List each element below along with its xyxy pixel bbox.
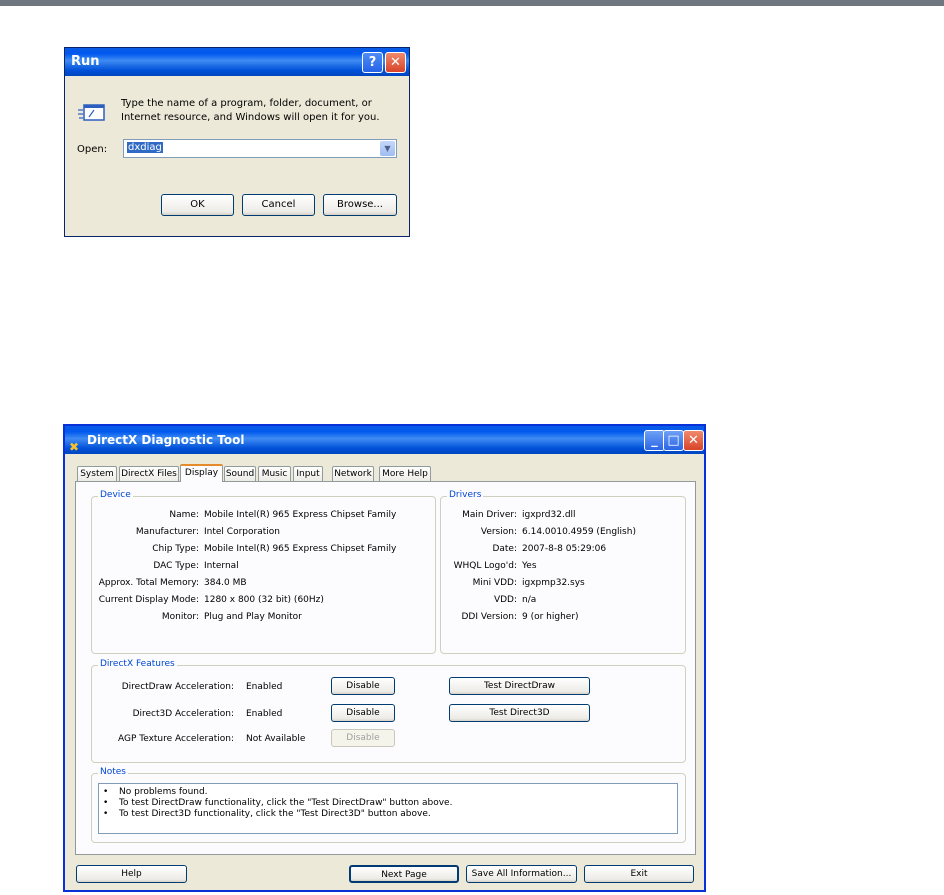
device-chip-type-label: Chip Type: — [152, 544, 199, 554]
tab-sound[interactable]: Sound — [224, 466, 256, 481]
directdraw-accel-label: DirectDraw Acceleration: — [121, 682, 234, 692]
tab-more-help[interactable]: More Help — [379, 466, 431, 481]
display-tab-panel: Device Name: Mobile Intel(R) 965 Express… — [75, 481, 696, 855]
device-monitor-value: Plug and Play Monitor — [204, 612, 302, 622]
top-bar — [0, 0, 944, 6]
agp-accel-label: AGP Texture Acceleration: — [117, 734, 234, 744]
tab-display[interactable]: Display — [180, 464, 223, 482]
directx-logo-icon: ✖ — [69, 440, 80, 454]
driver-mini-vdd-value: igxpmp32.sys — [522, 578, 585, 588]
driver-date-value: 2007-8-8 05:29:06 — [522, 544, 607, 554]
device-monitor-label: Monitor: — [161, 612, 199, 622]
dx-title: DirectX Diagnostic Tool — [87, 433, 245, 447]
driver-date-label: Date: — [492, 544, 517, 554]
disable-agp-button: Disable — [331, 729, 395, 747]
run-description-line1: Type the name of a program, folder, docu… — [121, 98, 372, 109]
open-input-value[interactable]: dxdiag — [127, 142, 163, 153]
directdraw-accel-status: Enabled — [246, 682, 283, 692]
dx-title-bar[interactable]: ✖ DirectX Diagnostic Tool — [65, 426, 704, 454]
driver-version-value: 6.14.0010.4959 (English) — [522, 527, 636, 537]
tab-directx-files[interactable]: DirectX Files — [119, 466, 179, 481]
device-group-title: Device — [98, 490, 133, 500]
device-name-value: Mobile Intel(R) 965 Express Chipset Fami… — [204, 510, 397, 520]
open-combobox[interactable]: dxdiag ▼ — [123, 139, 397, 158]
notes-group: Notes • No problems found. • To test Direc… — [91, 767, 686, 843]
tab-input[interactable]: Input — [293, 466, 323, 481]
driver-ddi-label: DDI Version: — [461, 612, 517, 622]
driver-whql-value: Yes — [522, 561, 537, 571]
device-manufacturer-value: Intel Corporation — [204, 527, 280, 537]
tab-network[interactable]: Network — [332, 466, 374, 481]
disable-directdraw-button[interactable]: Disable — [331, 677, 395, 695]
device-display-mode-value: 1280 x 800 (32 bit) (60Hz) — [204, 595, 324, 605]
driver-ddi-value: 9 (or higher) — [522, 612, 579, 622]
driver-vdd-value: n/a — [522, 595, 537, 605]
driver-whql-label: WHQL Logo'd: — [453, 561, 517, 571]
close-button[interactable]: ✕ — [385, 52, 406, 73]
driver-vdd-label: VDD: — [493, 595, 517, 605]
test-direct3d-button[interactable]: Test Direct3D — [449, 704, 590, 722]
notes-textbox[interactable]: • No problems found. • To test DirectDraw … — [98, 783, 678, 834]
open-label: Open: — [77, 144, 107, 155]
device-manufacturer-label: Manufacturer: — [135, 527, 199, 537]
exit-button[interactable]: Exit — [584, 865, 694, 883]
note-line-3-text: To test Direct3D functionality, click th… — [119, 809, 431, 819]
driver-mini-vdd-label: Mini VDD: — [472, 578, 517, 588]
cancel-button[interactable]: Cancel — [242, 194, 315, 216]
dx-close-button[interactable]: ✕ — [683, 430, 704, 451]
drivers-group-title: Drivers — [447, 490, 484, 500]
note-line-3: • To test Direct3D functionality, click t… — [103, 809, 431, 819]
test-directdraw-button[interactable]: Test DirectDraw — [449, 677, 590, 695]
next-page-button[interactable]: Next Page — [349, 865, 459, 883]
open-label-text: Open: — [77, 144, 108, 155]
driver-main-label: Main Driver: — [462, 510, 517, 520]
device-dac-type-value: Internal — [204, 561, 239, 571]
maximize-button[interactable]: □ — [663, 430, 684, 451]
run-icon — [78, 104, 105, 121]
save-all-information-button[interactable]: Save All Information... — [466, 865, 577, 883]
tab-music[interactable]: Music — [258, 466, 291, 481]
driver-version-label: Version: — [480, 527, 517, 537]
help-button-bottom[interactable]: Help — [76, 865, 187, 883]
note-line-2: • To test DirectDraw functionality, click… — [103, 798, 453, 808]
run-dialog: Run ? ✕ Type the name of a program, fold… — [64, 47, 410, 237]
notes-group-title: Notes — [98, 767, 128, 777]
minimize-button[interactable]: _ — [644, 430, 665, 451]
device-group: Device Name: Mobile Intel(R) 965 Express… — [91, 490, 436, 654]
note-line-1: • No problems found. — [103, 787, 208, 797]
help-button[interactable]: ? — [362, 52, 383, 73]
device-chip-type-value: Mobile Intel(R) 965 Express Chipset Fami… — [204, 544, 397, 554]
ok-button[interactable]: OK — [161, 194, 234, 216]
run-description: Type the name of a program, folder, docu… — [121, 97, 391, 125]
driver-main-value: igxprd32.dll — [522, 510, 576, 520]
chevron-down-icon[interactable]: ▼ — [380, 141, 395, 156]
run-title: Run — [71, 54, 100, 69]
note-line-1-text: No problems found. — [119, 787, 208, 797]
features-group-title: DirectX Features — [98, 659, 177, 669]
note-line-2-text: To test DirectDraw functionality, click … — [119, 798, 453, 808]
drivers-group: Drivers Main Driver: igxprd32.dll Versio… — [440, 490, 686, 654]
device-memory-label: Approx. Total Memory: — [98, 578, 199, 588]
device-name-label: Name: — [169, 510, 199, 520]
disable-direct3d-button[interactable]: Disable — [331, 704, 395, 722]
run-title-bar[interactable]: Run — [65, 48, 409, 76]
direct3d-accel-status: Enabled — [246, 709, 283, 719]
tab-system[interactable]: System — [77, 466, 117, 481]
device-display-mode-label: Current Display Mode: — [98, 595, 199, 605]
browse-button[interactable]: Browse... — [323, 194, 397, 216]
device-memory-value: 384.0 MB — [204, 578, 247, 588]
directx-dialog: ✖ DirectX Diagnostic Tool _ □ ✕ System D… — [63, 424, 706, 892]
agp-accel-status: Not Available — [246, 734, 306, 744]
device-dac-type-label: DAC Type: — [153, 561, 199, 571]
direct3d-accel-label: Direct3D Acceleration: — [132, 709, 234, 719]
run-description-line2: Internet resource, and Windows will open… — [121, 112, 380, 123]
directx-features-group: DirectX Features DirectDraw Acceleration… — [91, 659, 686, 763]
